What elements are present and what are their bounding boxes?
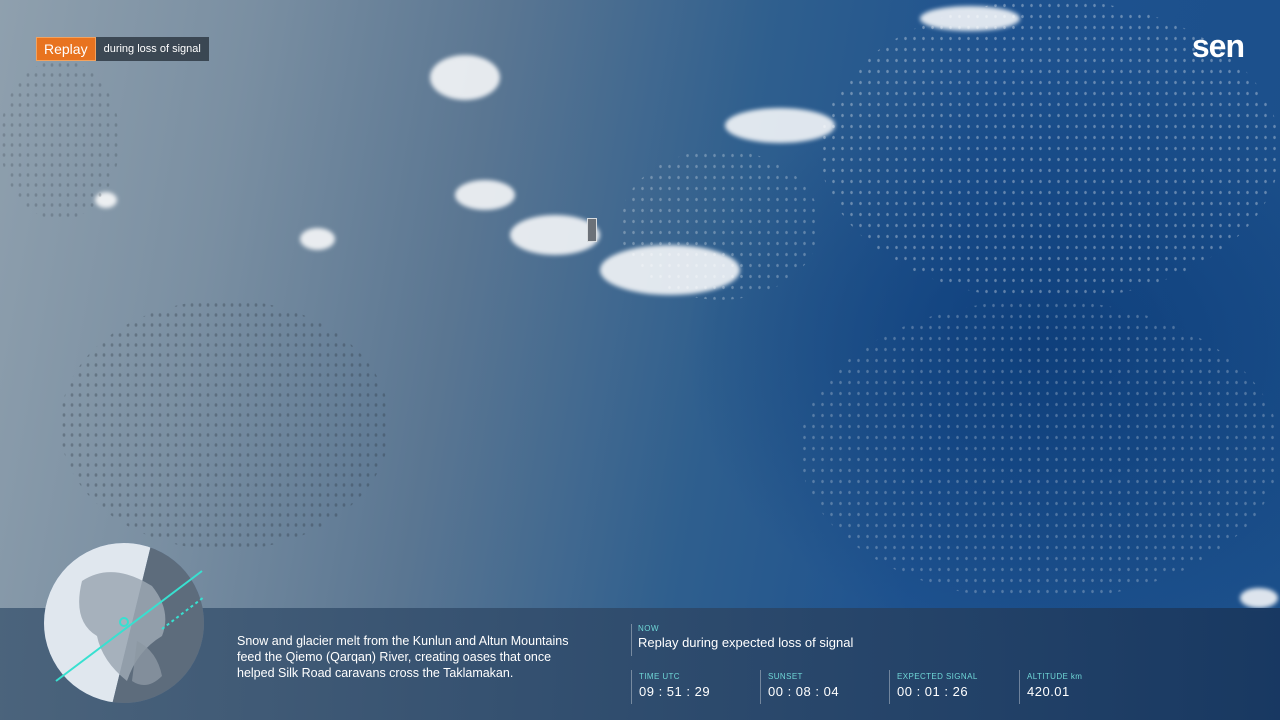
stat-label: SUNSET xyxy=(768,672,803,681)
sen-logo: sen xyxy=(1191,28,1245,64)
stat-label: ALTITUDE km xyxy=(1027,672,1083,681)
cloud-specks xyxy=(800,300,1280,600)
replay-badge: Replay during loss of signal xyxy=(36,37,209,61)
loss-of-signal-label: during loss of signal xyxy=(95,37,209,61)
cloud xyxy=(430,55,500,100)
terrain-specks xyxy=(60,300,390,550)
altitude-stat: ALTITUDE km 420.01 xyxy=(1019,670,1082,704)
now-label: NOW xyxy=(638,624,660,633)
time-utc-stat: TIME UTC 09 : 51 : 29 xyxy=(631,670,710,704)
now-value: Replay during expected loss of signal xyxy=(638,635,854,650)
now-status: NOW Replay during expected loss of signa… xyxy=(631,624,853,656)
cloud-specks xyxy=(620,150,820,300)
stat-value: 00 : 01 : 26 xyxy=(897,684,969,699)
sunset-stat: SUNSET 00 : 08 : 04 xyxy=(760,670,839,704)
cloud xyxy=(455,180,515,210)
cloud xyxy=(300,228,335,250)
cloud xyxy=(725,108,835,143)
stat-label: TIME UTC xyxy=(639,672,680,681)
stat-value: 420.01 xyxy=(1027,684,1070,699)
expected-signal-stat: EXPECTED SIGNAL 00 : 01 : 26 xyxy=(889,670,978,704)
spacecraft-module xyxy=(587,218,597,242)
stat-value: 00 : 08 : 04 xyxy=(768,684,840,699)
cloud xyxy=(1240,588,1278,608)
globe-orbit-icon xyxy=(44,543,205,703)
terrain-specks xyxy=(0,60,120,220)
stat-label: EXPECTED SIGNAL xyxy=(897,672,978,681)
replay-label: Replay xyxy=(36,37,96,61)
location-description: Snow and glacier melt from the Kunlun an… xyxy=(237,634,569,680)
stat-value: 09 : 51 : 29 xyxy=(639,684,711,699)
